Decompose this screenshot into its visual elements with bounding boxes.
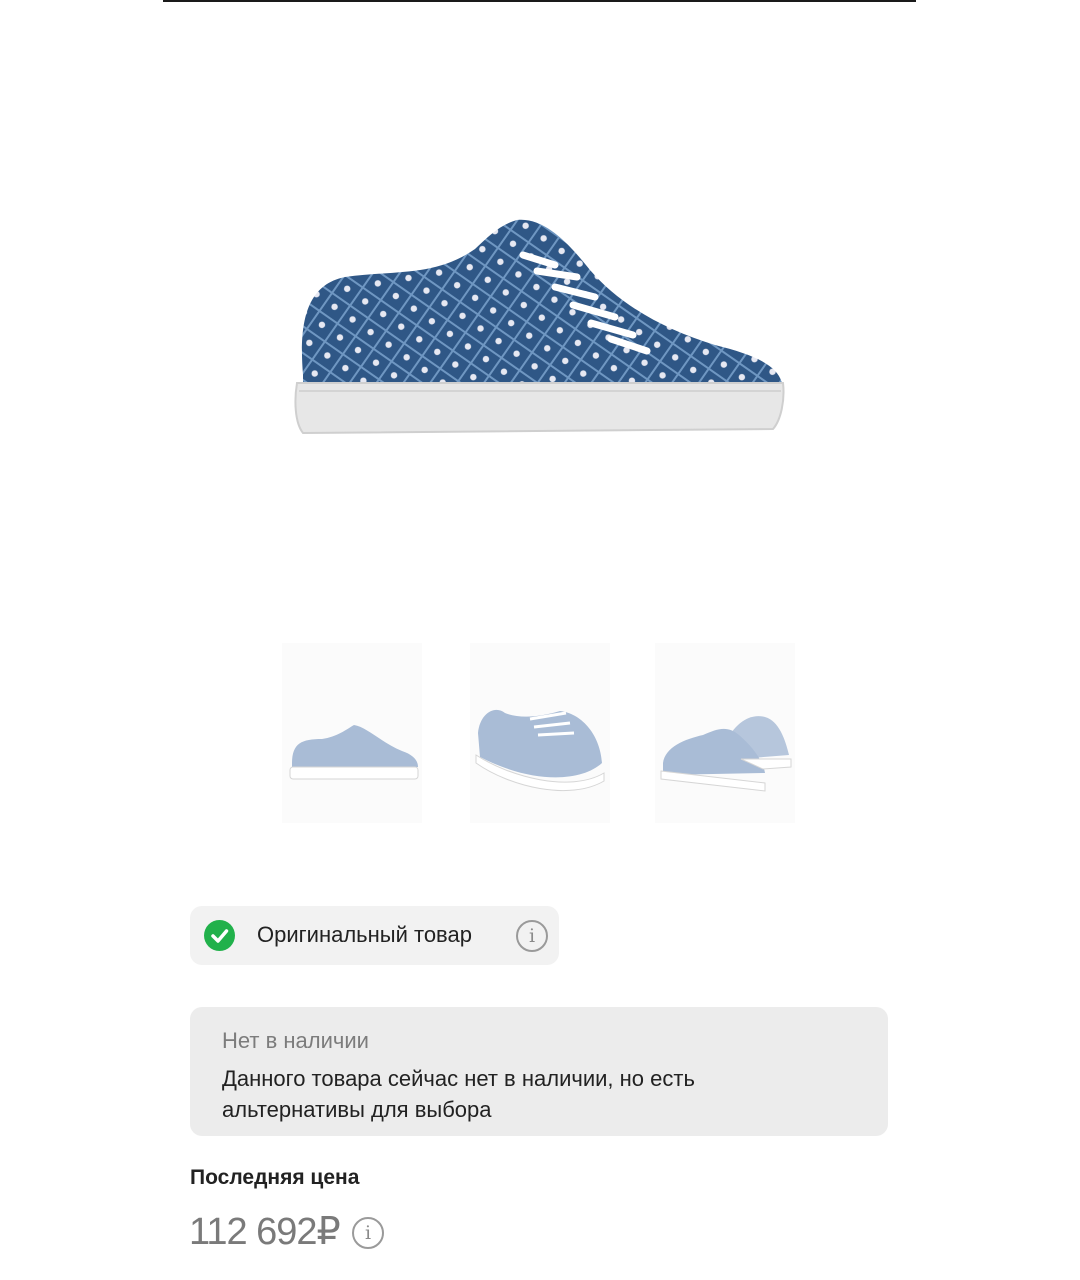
info-icon[interactable]: i — [516, 920, 548, 952]
out-of-stock-text: Данного товара сейчас нет в наличии, но … — [222, 1066, 695, 1122]
check-circle-icon — [204, 920, 235, 951]
out-of-stock-title: Нет в наличии — [222, 1028, 369, 1053]
sneaker-image — [294, 219, 785, 435]
thumbnail-2[interactable] — [470, 643, 610, 823]
top-divider — [163, 0, 916, 2]
out-of-stock-notice: Нет в наличии Данного товара сейчас нет … — [190, 1007, 888, 1136]
sneaker-angle-thumbnail — [475, 709, 605, 792]
last-price-value: 112 692₽ — [189, 1211, 341, 1253]
price-info-icon[interactable]: i — [352, 1217, 384, 1249]
product-main-image[interactable] — [285, 205, 795, 455]
sneaker-side-thumbnail — [289, 725, 419, 780]
thumbnail-3[interactable] — [655, 643, 795, 823]
thumbnail-1[interactable] — [282, 643, 422, 823]
last-price-label: Последняя цена — [190, 1166, 360, 1189]
thumbnail-strip — [0, 643, 1080, 823]
sneaker-back-thumbnail — [660, 716, 792, 792]
original-item-label: Оригинальный товар — [257, 922, 472, 947]
original-item-badge: Оригинальный товар i — [190, 906, 559, 965]
